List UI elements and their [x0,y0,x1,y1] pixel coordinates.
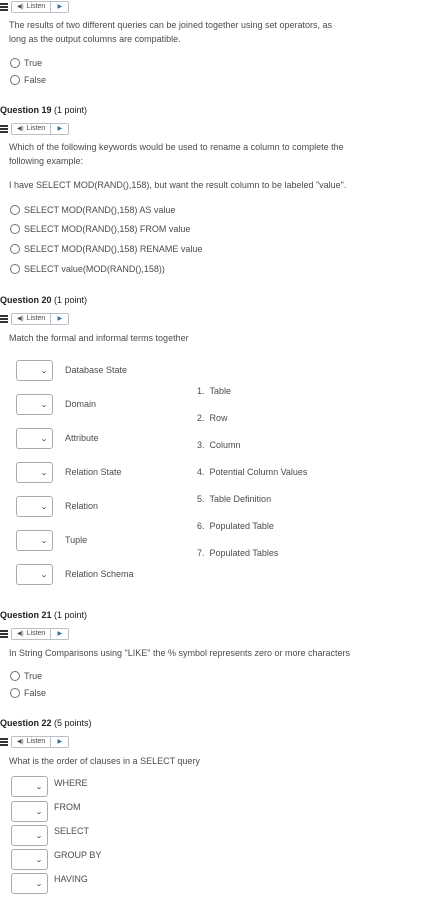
q19-option-4[interactable]: SELECT value(MOD(RAND(),158)) [10,264,165,274]
listen-button[interactable]: ◀︎) Listen [11,627,52,640]
match-select-3[interactable]: ⌄ [16,428,53,449]
match-choice: 5. Table Definition [197,494,272,504]
radio-button[interactable] [10,671,20,681]
radio-button[interactable] [10,688,20,698]
listen-toolbar: ◀︎) Listen ▶ [0,627,70,640]
match-term: Domain [65,399,97,409]
chevron-down-icon: ⌄ [40,571,48,579]
order-select-5[interactable]: ⌄ [11,873,48,894]
match-choice: 2. Row [197,413,228,423]
match-choice: 6. Populated Table [197,521,274,531]
menu-icon[interactable] [0,737,8,746]
listen-button[interactable]: ◀︎) Listen [11,312,52,325]
order-select-2[interactable]: ⌄ [11,801,48,822]
question-19-heading: Question 19 (1 point) [0,105,88,115]
menu-icon[interactable] [0,124,8,133]
question-18-text: The results of two different queries can… [9,20,333,44]
question-22-text: What is the order of clauses in a SELECT… [9,756,200,766]
q18-option-true[interactable]: True [10,58,42,68]
radio-button[interactable] [10,58,20,68]
menu-icon[interactable] [0,314,8,323]
listen-toolbar: ◀︎) Listen ▶ [0,312,70,325]
match-select-1[interactable]: ⌄ [16,360,53,381]
chevron-down-icon: ⌄ [35,783,43,791]
match-term: Database State [65,365,128,375]
q21-option-true[interactable]: True [10,671,42,681]
match-term: Relation Schema [65,569,134,579]
menu-icon[interactable] [0,629,8,638]
match-select-5[interactable]: ⌄ [16,496,53,517]
match-select-2[interactable]: ⌄ [16,394,53,415]
speaker-icon: ◀︎) [17,631,24,637]
radio-button[interactable] [10,75,20,85]
question-22-heading: Question 22 (5 points) [0,718,92,728]
order-select-3[interactable]: ⌄ [11,825,48,846]
q19-option-2[interactable]: SELECT MOD(RAND(),158) FROM value [10,224,190,234]
speaker-icon: ◀︎) [17,126,24,132]
play-icon[interactable]: ▶ [51,0,70,13]
listen-button[interactable]: ◀︎) Listen [11,0,52,13]
match-term: Tuple [65,535,88,545]
radio-button[interactable] [10,205,20,215]
match-choice: 7. Populated Tables [197,548,279,558]
listen-toolbar: ◀︎) Listen ▶ [0,0,70,13]
order-item: FROM [54,802,81,812]
listen-button[interactable]: ◀︎) Listen [11,122,52,135]
play-icon[interactable]: ▶ [51,122,70,135]
listen-button[interactable]: ◀︎) Listen [11,735,52,748]
listen-toolbar: ◀︎) Listen ▶ [0,735,70,748]
order-item: HAVING [54,874,88,884]
chevron-down-icon: ⌄ [35,856,43,864]
match-choice: 3. Column [197,440,241,450]
order-select-1[interactable]: ⌄ [11,776,48,797]
match-select-4[interactable]: ⌄ [16,462,53,483]
radio-button[interactable] [10,264,20,274]
chevron-down-icon: ⌄ [35,808,43,816]
chevron-down-icon: ⌄ [40,537,48,545]
q21-option-false[interactable]: False [10,688,46,698]
match-term: Relation State [65,467,122,477]
match-term: Relation [65,501,99,511]
chevron-down-icon: ⌄ [40,401,48,409]
play-icon[interactable]: ▶ [51,627,70,640]
menu-icon[interactable] [0,2,8,11]
match-select-6[interactable]: ⌄ [16,530,53,551]
chevron-down-icon: ⌄ [35,832,43,840]
play-icon[interactable]: ▶ [51,735,70,748]
chevron-down-icon: ⌄ [40,367,48,375]
q19-option-1[interactable]: SELECT MOD(RAND(),158) AS value [10,205,175,215]
speaker-icon: ◀︎) [17,739,24,745]
question-20-text: Match the formal and informal terms toge… [9,333,189,343]
listen-toolbar: ◀︎) Listen ▶ [0,122,70,135]
chevron-down-icon: ⌄ [35,880,43,888]
match-choice: 1. Table [197,386,232,396]
match-choice: 4. Potential Column Values [197,467,308,477]
question-21-heading: Question 21 (1 point) [0,610,88,620]
speaker-icon: ◀︎) [17,316,24,322]
chevron-down-icon: ⌄ [40,503,48,511]
order-select-4[interactable]: ⌄ [11,849,48,870]
radio-button[interactable] [10,224,20,234]
speaker-icon: ◀︎) [17,4,24,10]
match-term: Attribute [65,433,99,443]
play-icon[interactable]: ▶ [51,312,70,325]
order-item: WHERE [54,778,88,788]
chevron-down-icon: ⌄ [40,469,48,477]
question-20-heading: Question 20 (1 point) [0,295,88,305]
radio-button[interactable] [10,244,20,254]
question-21-text: In String Comparisons using "LIKE" the %… [9,648,351,658]
chevron-down-icon: ⌄ [40,435,48,443]
question-19-text: Which of the following keywords would be… [9,142,344,166]
match-select-7[interactable]: ⌄ [16,564,53,585]
question-19-example: I have SELECT MOD(RAND(),158), but want … [9,180,347,190]
q18-option-false[interactable]: False [10,75,46,85]
q19-option-3[interactable]: SELECT MOD(RAND(),158) RENAME value [10,244,202,254]
order-item: SELECT [54,826,90,836]
order-item: GROUP BY [54,850,102,860]
